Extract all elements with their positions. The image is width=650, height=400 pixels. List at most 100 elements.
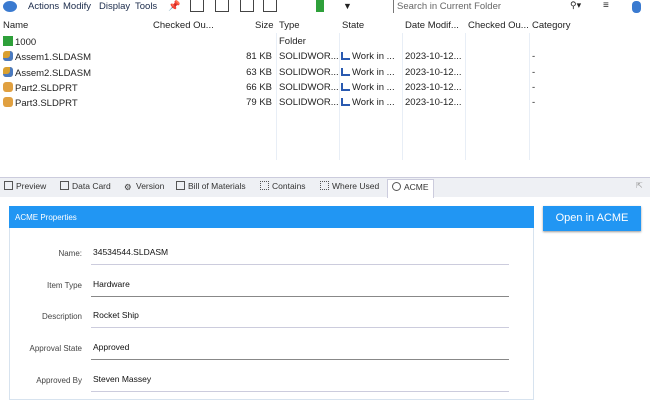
check-out-icon[interactable] xyxy=(190,0,204,12)
field-label: Approved By xyxy=(36,375,82,385)
field-value[interactable]: Rocket Ship xyxy=(93,310,139,320)
file-name: 1000 xyxy=(15,37,37,48)
tab-acme[interactable]: ACME xyxy=(387,179,434,198)
file-row[interactable]: Part3.SLDPRT 79 KB SOLIDWOR... Work in .… xyxy=(0,95,650,110)
file-name: Assem2.SLDASM xyxy=(15,67,92,79)
menu-bar: Actions Modify Display Tools 📌 ▼ Search … xyxy=(0,0,650,14)
workflow-state-icon xyxy=(341,52,350,61)
acme-properties-header: ACME Properties xyxy=(9,206,534,228)
tab-data-card[interactable]: Data Card xyxy=(60,181,111,191)
file-category: - xyxy=(532,97,536,109)
menu-tools[interactable]: Tools xyxy=(135,1,157,12)
search-input[interactable]: Search in Current Folder xyxy=(393,0,565,13)
field-underline xyxy=(91,264,509,265)
folder-icon xyxy=(3,36,13,46)
col-checked-out-by[interactable]: Checked Ou... xyxy=(153,20,214,31)
workflow-state-icon xyxy=(341,98,350,107)
file-state: Work in ... xyxy=(352,97,395,109)
get-version-icon[interactable] xyxy=(240,0,254,12)
assembly-icon xyxy=(3,51,13,62)
field-underline xyxy=(91,295,509,297)
field-underline xyxy=(91,390,509,392)
tab-label: Contains xyxy=(272,181,306,191)
acme-icon xyxy=(392,182,401,191)
data-card-icon xyxy=(60,181,69,190)
field-value[interactable]: Approved xyxy=(93,342,129,352)
file-date-modified: 2023-10-12... xyxy=(405,97,462,109)
pin-icon[interactable]: 📌 xyxy=(168,1,180,12)
tab-where-used[interactable]: Where Used xyxy=(320,181,379,191)
field-label: Description xyxy=(41,312,82,322)
col-checked-out-in[interactable]: Checked Ou... xyxy=(468,20,529,31)
file-type: SOLIDWOR... xyxy=(279,97,339,109)
search-list-icon[interactable]: ≡ xyxy=(603,0,609,11)
field-value[interactable]: 34534544.SLDASM xyxy=(93,247,168,257)
menu-actions[interactable]: Actions xyxy=(28,1,59,12)
col-type[interactable]: Type xyxy=(279,20,300,31)
file-date-modified: 2023-10-12... xyxy=(405,66,462,78)
tab-label: Where Used xyxy=(332,181,380,191)
search-options-icon[interactable]: ⚲▾ xyxy=(570,0,581,11)
history-icon[interactable] xyxy=(263,0,277,12)
table-icon xyxy=(176,181,185,190)
tab-label: Data Card xyxy=(72,181,111,191)
file-name: Part2.SLDPRT xyxy=(15,82,78,94)
file-row[interactable]: Assem1.SLDASM 81 KB SOLIDWOR... Work in … xyxy=(0,49,650,64)
col-state[interactable]: State xyxy=(342,20,364,31)
tab-preview[interactable]: Preview xyxy=(4,181,46,191)
green-flag-icon[interactable] xyxy=(316,0,324,12)
file-row[interactable]: 1000 Folder xyxy=(0,34,650,49)
acme-properties-panel xyxy=(9,206,534,400)
col-category[interactable]: Category xyxy=(532,20,571,31)
file-date-modified: 2023-10-12... xyxy=(405,51,462,63)
file-category: - xyxy=(532,66,536,78)
tab-version[interactable]: ⚙ Version xyxy=(124,181,165,192)
file-size: 66 KB xyxy=(246,81,272,93)
menu-modify[interactable]: Modify xyxy=(63,1,91,12)
tab-contains[interactable]: Contains xyxy=(260,181,306,191)
vault-logo-icon xyxy=(3,1,17,12)
field-value[interactable]: Steven Massey xyxy=(93,374,151,384)
file-category: - xyxy=(532,51,536,63)
field-value[interactable]: Hardware xyxy=(93,279,130,289)
file-state: Work in ... xyxy=(352,51,395,63)
part-icon xyxy=(3,81,13,92)
file-type: SOLIDWOR... xyxy=(279,51,339,63)
col-name[interactable]: Name xyxy=(3,20,28,31)
file-size: 79 KB xyxy=(246,97,272,109)
field-label: Approval State xyxy=(29,344,82,354)
check-in-icon[interactable] xyxy=(215,0,229,12)
file-row[interactable]: Part2.SLDPRT 66 KB SOLIDWOR... Work in .… xyxy=(0,80,650,95)
file-type: SOLIDWOR... xyxy=(279,81,339,93)
expand-icon[interactable]: ⇱ xyxy=(636,181,643,190)
preview-icon xyxy=(4,181,13,190)
tab-bar: Preview Data Card ⚙ Version Bill of Mater… xyxy=(0,177,650,198)
view-icon[interactable] xyxy=(293,0,307,12)
workflow-state-icon xyxy=(341,82,350,91)
file-state: Work in ... xyxy=(352,81,395,93)
field-label: Item Type xyxy=(47,280,82,290)
file-name: Assem1.SLDASM xyxy=(15,52,92,64)
tab-bill-of-materials[interactable]: Bill of Materials xyxy=(176,181,246,191)
file-state: Work in ... xyxy=(352,66,395,78)
file-category: - xyxy=(532,81,536,93)
file-list-header: Name Checked Ou... Size Type State Date … xyxy=(0,18,650,33)
part-icon xyxy=(3,97,13,108)
tab-label: Preview xyxy=(16,181,47,191)
file-type: SOLIDWOR... xyxy=(279,66,339,78)
open-in-acme-button[interactable]: Open in ACME xyxy=(543,206,641,231)
file-type: Folder xyxy=(279,36,306,47)
field-underline xyxy=(91,359,509,361)
tab-label: Version xyxy=(136,181,165,191)
menu-display[interactable]: Display xyxy=(99,1,130,12)
user-icon[interactable] xyxy=(632,1,641,13)
file-date-modified: 2023-10-12... xyxy=(405,81,462,93)
filter-dropdown-icon[interactable]: ▼ xyxy=(343,1,352,11)
where-used-icon xyxy=(320,181,329,190)
workflow-state-icon xyxy=(341,67,350,76)
file-row[interactable]: Assem2.SLDASM 63 KB SOLIDWOR... Work in … xyxy=(0,65,650,80)
file-size: 81 KB xyxy=(246,51,272,63)
col-size[interactable]: Size xyxy=(255,20,273,31)
col-date-modified[interactable]: Date Modif... xyxy=(405,20,459,31)
assembly-icon xyxy=(3,66,13,77)
